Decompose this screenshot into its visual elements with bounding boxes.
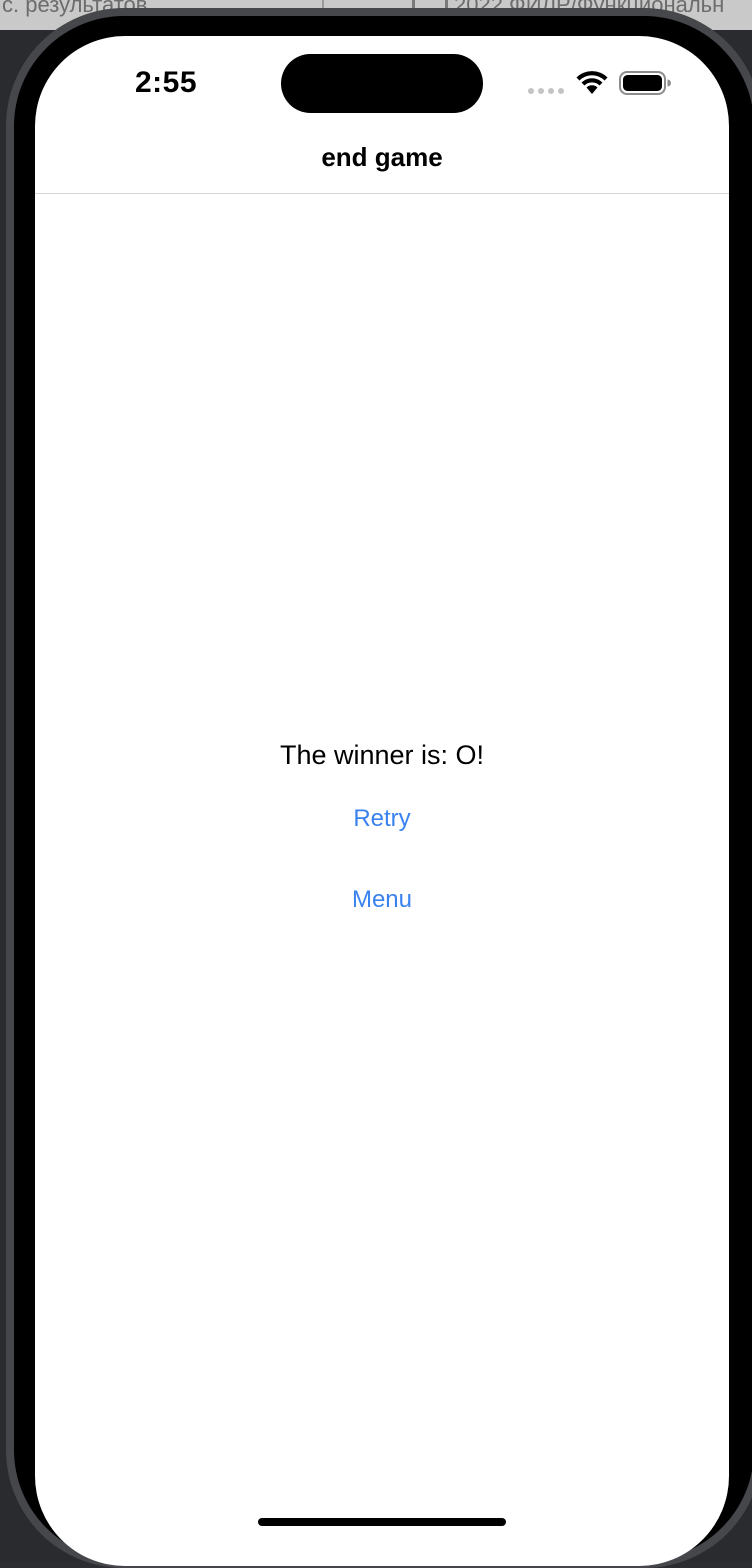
- phone-screen: 2:55 end game The winner is: O! Retry Me…: [35, 36, 729, 1566]
- dynamic-island: [281, 54, 483, 113]
- retry-button[interactable]: Retry: [322, 798, 442, 840]
- wifi-icon: [576, 71, 608, 94]
- cellular-signal-icon: [528, 88, 568, 96]
- home-indicator[interactable]: [258, 1518, 506, 1526]
- menu-button[interactable]: Menu: [322, 879, 442, 921]
- battery-icon: [619, 71, 671, 95]
- winner-label: The winner is: O!: [279, 740, 485, 770]
- navigation-title: end game: [321, 142, 443, 172]
- navigation-bar-divider: [35, 193, 729, 194]
- status-bar-time: 2:55: [135, 66, 198, 99]
